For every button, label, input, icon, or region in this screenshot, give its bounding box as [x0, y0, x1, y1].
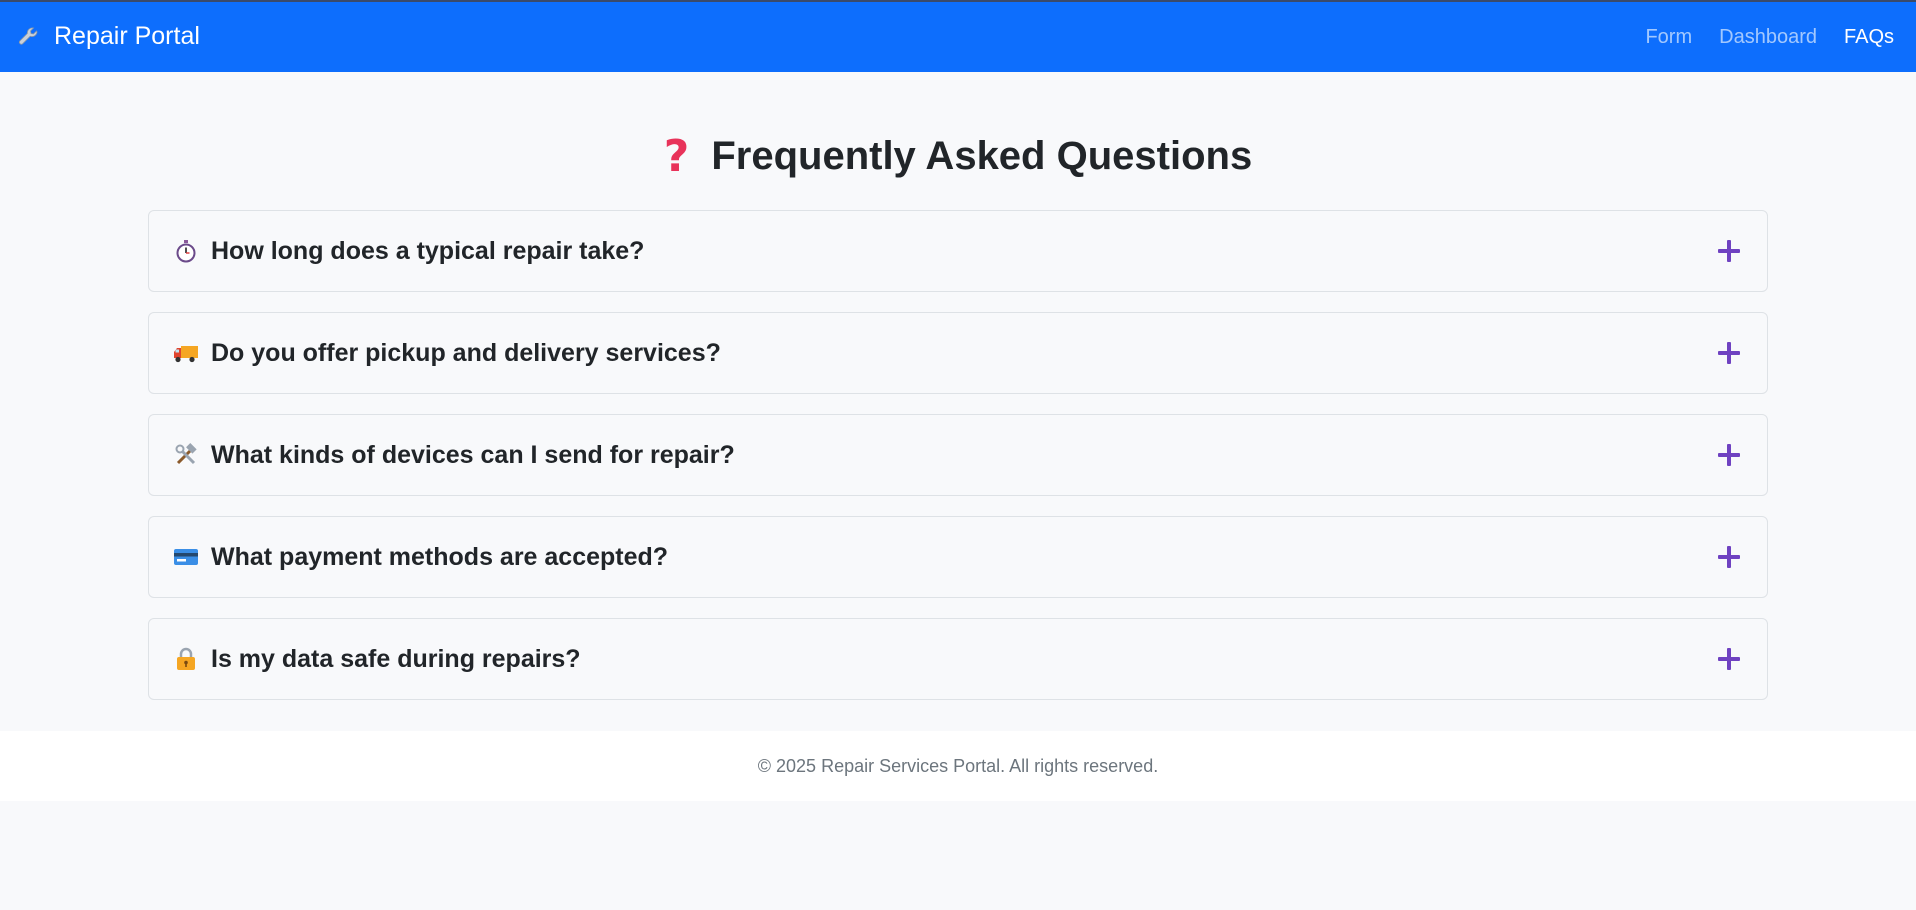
- brand-link[interactable]: Repair Portal: [16, 22, 200, 51]
- plus-icon[interactable]: [1717, 647, 1741, 671]
- page-footer: © 2025 Repair Services Portal. All right…: [0, 731, 1916, 801]
- tools-icon: [173, 442, 199, 468]
- page-title-text: Frequently Asked Questions: [711, 134, 1253, 178]
- page-title: ? Frequently Asked Questions: [0, 134, 1916, 179]
- lock-icon: [173, 646, 199, 672]
- plus-icon[interactable]: [1717, 341, 1741, 365]
- footer-copyright: © 2025 Repair Services Portal. All right…: [757, 756, 1159, 776]
- faq-question: What payment methods are accepted?: [211, 542, 669, 571]
- nav-links: Form Dashboard FAQs: [1645, 26, 1894, 49]
- faq-item[interactable]: What payment methods are accepted?: [148, 516, 1768, 598]
- top-navbar: Repair Portal Form Dashboard FAQs: [0, 0, 1916, 72]
- faq-item[interactable]: What kinds of devices can I send for rep…: [148, 414, 1768, 496]
- wrench-icon: [19, 26, 38, 45]
- faq-item[interactable]: Is my data safe during repairs?: [148, 618, 1768, 700]
- faq-question: Do you offer pickup and delivery service…: [211, 338, 721, 367]
- nav-link-dashboard[interactable]: Dashboard: [1719, 26, 1817, 49]
- brand-label: Repair Portal: [54, 22, 200, 50]
- nav-link-faqs[interactable]: FAQs: [1844, 26, 1894, 49]
- faq-question: How long does a typical repair take?: [211, 236, 645, 265]
- plus-icon[interactable]: [1717, 545, 1741, 569]
- faq-question: Is my data safe during repairs?: [211, 644, 581, 673]
- stopwatch-icon: [173, 238, 199, 264]
- faq-accordion: How long does a typical repair take? Do …: [148, 210, 1768, 720]
- question-mark-icon: ?: [663, 130, 690, 182]
- delivery-truck-icon: [173, 340, 199, 366]
- nav-link-form[interactable]: Form: [1645, 26, 1692, 49]
- plus-icon[interactable]: [1717, 443, 1741, 467]
- faq-question: What kinds of devices can I send for rep…: [211, 440, 735, 469]
- faq-item[interactable]: How long does a typical repair take?: [148, 210, 1768, 292]
- plus-icon[interactable]: [1717, 239, 1741, 263]
- credit-card-icon: [173, 544, 199, 570]
- faq-item[interactable]: Do you offer pickup and delivery service…: [148, 312, 1768, 394]
